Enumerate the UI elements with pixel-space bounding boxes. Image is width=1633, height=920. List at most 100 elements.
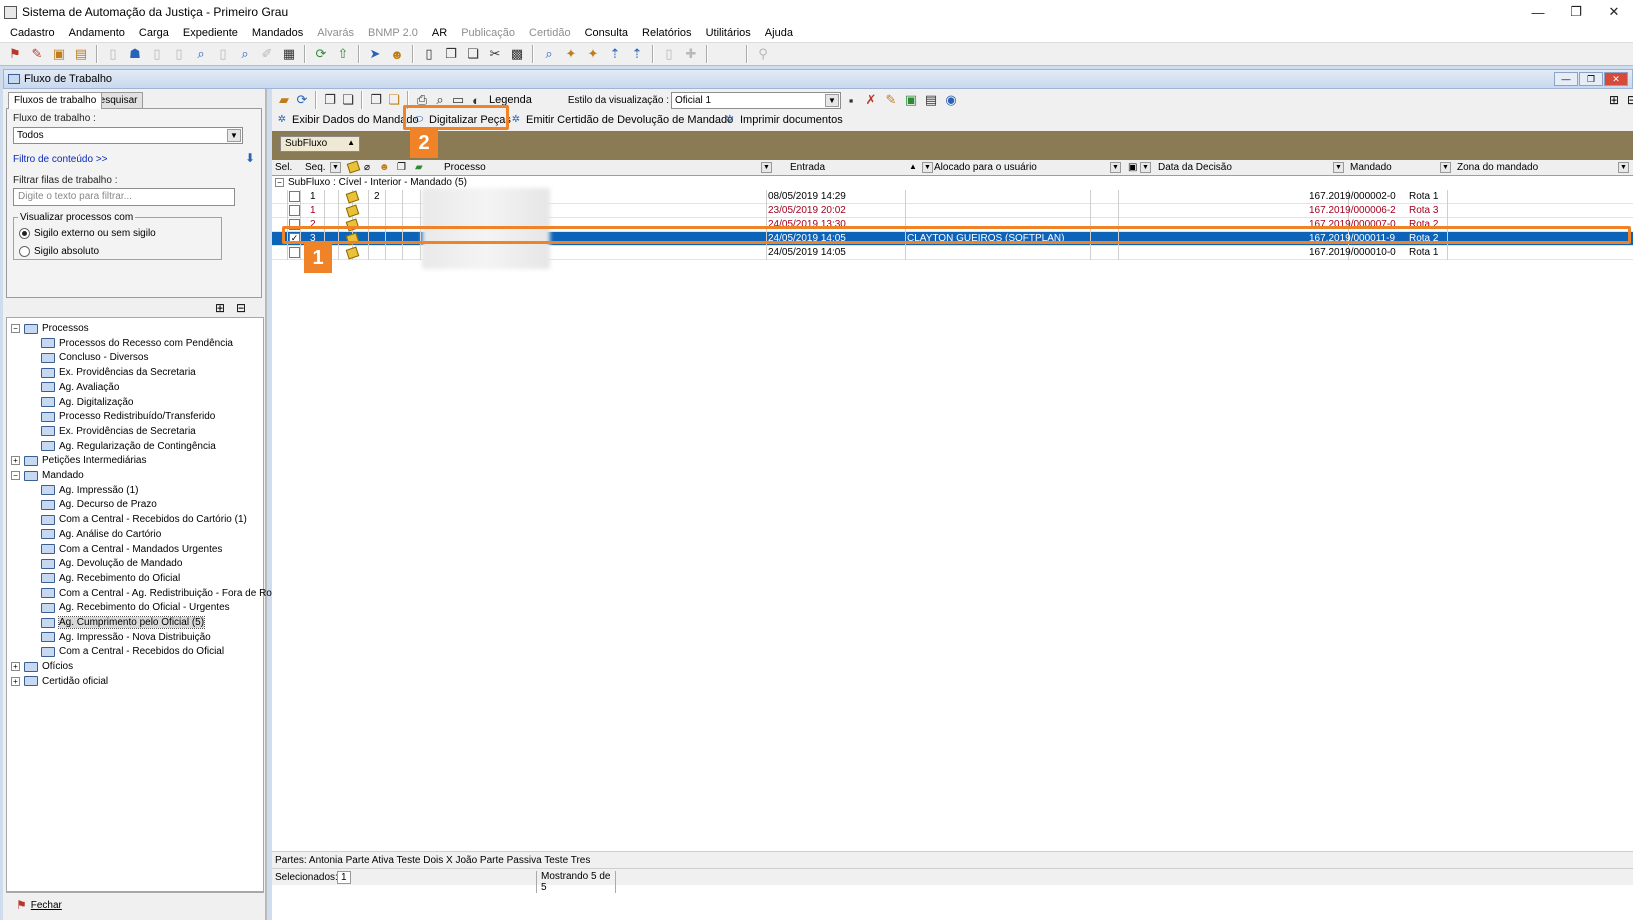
restore-button[interactable]: ❐	[1557, 0, 1595, 24]
radio-sigilo-absoluto[interactable]: Sigilo absoluto	[19, 246, 99, 257]
open-folder-icon[interactable]: ▰	[275, 90, 293, 110]
menu-item-cadastro[interactable]: Cadastro	[3, 27, 62, 39]
doc-disabled-2-icon[interactable]: ▯	[146, 44, 168, 64]
disabled-tool-icon[interactable]: ▯	[658, 44, 680, 64]
fechar-button[interactable]: Fechar	[31, 900, 62, 911]
zoom-icon[interactable]: ⌕	[234, 44, 256, 64]
tree-folder[interactable]: + Certidão oficial	[11, 674, 108, 689]
collapse-icon[interactable]: ⊟	[1627, 93, 1633, 107]
collapse-tree-icon[interactable]: ⊟	[236, 301, 246, 315]
menu-item-expediente[interactable]: Expediente	[176, 27, 245, 39]
scissor-icon[interactable]: ✂	[484, 44, 506, 64]
emitir-certidao-button[interactable]: ✲ Emitir Certidão de Devolução de Mandado	[510, 114, 733, 126]
star-2-icon[interactable]: ✦	[582, 44, 604, 64]
tree-item[interactable]: Ag. Análise do Cartório	[41, 527, 161, 542]
arrow-up-2-icon[interactable]: ⇡	[626, 44, 648, 64]
doc-new-icon[interactable]: ❐	[367, 90, 385, 110]
print-icon[interactable]: ⎙	[413, 90, 431, 110]
expand-icon[interactable]: +	[11, 662, 20, 672]
tree-item[interactable]: Com a Central - Recebidos do Oficial	[41, 644, 224, 659]
menu-item-certid-o[interactable]: Certidão	[522, 27, 578, 39]
menu-item-publica-o[interactable]: Publicação	[454, 27, 522, 39]
tree-item[interactable]: Concluso - Diversos	[41, 350, 148, 365]
fluxo-select[interactable]: Todos ▼	[13, 127, 243, 144]
col-seq[interactable]: Seq.	[305, 162, 326, 173]
archive-icon[interactable]: ▩	[506, 44, 528, 64]
menu-item-utilit-rios[interactable]: Utilitários	[699, 27, 758, 39]
tree-item[interactable]: Com a Central - Recebidos do Cartório (1…	[41, 512, 247, 527]
close-button[interactable]: ✕	[1595, 0, 1633, 24]
col-processo[interactable]: Processo	[444, 162, 486, 173]
chevron-down-icon[interactable]: ▼	[761, 162, 772, 173]
tree-item[interactable]: Ag. Impressão (1)	[41, 483, 138, 498]
disabled-tool-2-icon[interactable]: ✚	[680, 44, 702, 64]
people-icon[interactable]: ☻	[386, 44, 408, 64]
expand-icon[interactable]: +	[11, 456, 20, 466]
radio-sigilo-externo[interactable]: Sigilo externo ou sem sigilo	[19, 228, 156, 239]
legenda-label[interactable]: Legenda	[489, 94, 532, 106]
col-mandado[interactable]: Mandado	[1350, 162, 1392, 173]
digitalizar-pecas-button[interactable]: ⬭ Digitalizar Peças	[413, 114, 511, 126]
menu-item-bnmp-2-0[interactable]: BNMP 2.0	[361, 27, 425, 39]
folder-icon[interactable]: ▣	[48, 44, 70, 64]
tree-folder[interactable]: − Mandado	[11, 468, 84, 483]
doc-star-icon[interactable]: ❏	[385, 90, 403, 110]
search-doc-icon[interactable]: ⌕	[190, 44, 212, 64]
child-restore-button[interactable]: ❐	[1579, 72, 1603, 86]
estilo-select[interactable]: Oficial 1 ▼	[671, 91, 841, 109]
filtro-conteudo-link[interactable]: Filtro de conteúdo >>	[13, 154, 108, 165]
tree-item[interactable]: Ag. Regularização de Contingência	[41, 439, 216, 454]
menu-item-consulta[interactable]: Consulta	[578, 27, 635, 39]
preview-icon[interactable]: ▭	[449, 90, 467, 110]
chevron-down-icon[interactable]: ▼	[1110, 162, 1121, 173]
col-zona[interactable]: Zona do mandado	[1457, 162, 1538, 173]
tree-item[interactable]: Ag. Decurso de Prazo	[41, 497, 157, 512]
tab-fluxos[interactable]: Fluxos de trabalho	[8, 92, 103, 109]
globe-icon[interactable]: ◉	[941, 90, 961, 110]
tree-item[interactable]: Ag. Recebimento do Oficial	[41, 571, 180, 586]
chevron-down-icon[interactable]: ▼	[1333, 162, 1344, 173]
tree-item[interactable]: Ag. Cumprimento pelo Oficial (5)	[41, 615, 206, 630]
tool-last-icon[interactable]: ⚲	[752, 44, 774, 64]
chevron-down-icon[interactable]: ▼	[1140, 162, 1151, 173]
collapse-icon[interactable]: −	[11, 324, 20, 333]
tree-item[interactable]: Ex. Providências de Secretaria	[41, 424, 196, 439]
expand-icon[interactable]: ⊞	[1609, 93, 1619, 107]
tree-item[interactable]: Com a Central - Mandados Urgentes	[41, 542, 222, 557]
row-checkbox[interactable]	[289, 191, 300, 202]
tree-item[interactable]: Ag. Impressão - Nova Distribuição	[41, 630, 211, 645]
legend-icon[interactable]: ◐	[467, 90, 485, 110]
find-icon[interactable]: ⌕	[538, 44, 560, 64]
tree-item[interactable]: Processos do Recesso com Pendência	[41, 336, 233, 351]
imprimir-documentos-button[interactable]: ✲ Imprimir documentos	[724, 114, 843, 126]
menu-item-andamento[interactable]: Andamento	[62, 27, 132, 39]
copy-icon[interactable]: ❏	[462, 44, 484, 64]
tree-item[interactable]: Ag. Digitalização	[41, 395, 133, 410]
user-doc-icon[interactable]: ☗	[124, 44, 146, 64]
collapse-icon[interactable]: −	[11, 471, 20, 480]
tree-item[interactable]: Com a Central - Ag. Redistribuição - For…	[41, 586, 280, 601]
refresh-icon[interactable]: ⟳	[310, 44, 332, 64]
col-entrada[interactable]: Entrada	[790, 162, 825, 173]
tree-folder[interactable]: + Ofícios	[11, 659, 73, 674]
col-alocado[interactable]: Alocado para o usuário	[934, 162, 1037, 173]
tree-folder[interactable]: + Petições Intermediárias	[11, 453, 147, 468]
row-checkbox[interactable]	[289, 205, 300, 216]
tree-folder[interactable]: − Processos	[11, 321, 89, 336]
col-data-decisao[interactable]: Data da Decisão	[1158, 162, 1232, 173]
delete-icon[interactable]: ✗	[861, 90, 881, 110]
row-checkbox[interactable]	[289, 219, 300, 230]
expand-tree-icon[interactable]: ⊞	[215, 301, 225, 315]
subfluxo-group-chip[interactable]: SubFluxo ▲	[280, 136, 360, 152]
row-checkbox[interactable]	[289, 247, 300, 258]
exibir-dados-button[interactable]: ✲ Exibir Dados do Mandado	[276, 114, 419, 126]
menu-item-carga[interactable]: Carga	[132, 27, 176, 39]
copy-icon[interactable]: ❐	[321, 90, 339, 110]
minimize-button[interactable]: —	[1519, 0, 1557, 24]
row-checkbox[interactable]: ✓	[289, 233, 300, 244]
pin-icon[interactable]: ⬇	[245, 151, 255, 165]
tree-item[interactable]: Ag. Devolução de Mandado	[41, 556, 182, 571]
arrow-up-icon[interactable]: ⇡	[604, 44, 626, 64]
col-sel[interactable]: Sel.	[275, 162, 292, 173]
star-icon[interactable]: ✦	[560, 44, 582, 64]
